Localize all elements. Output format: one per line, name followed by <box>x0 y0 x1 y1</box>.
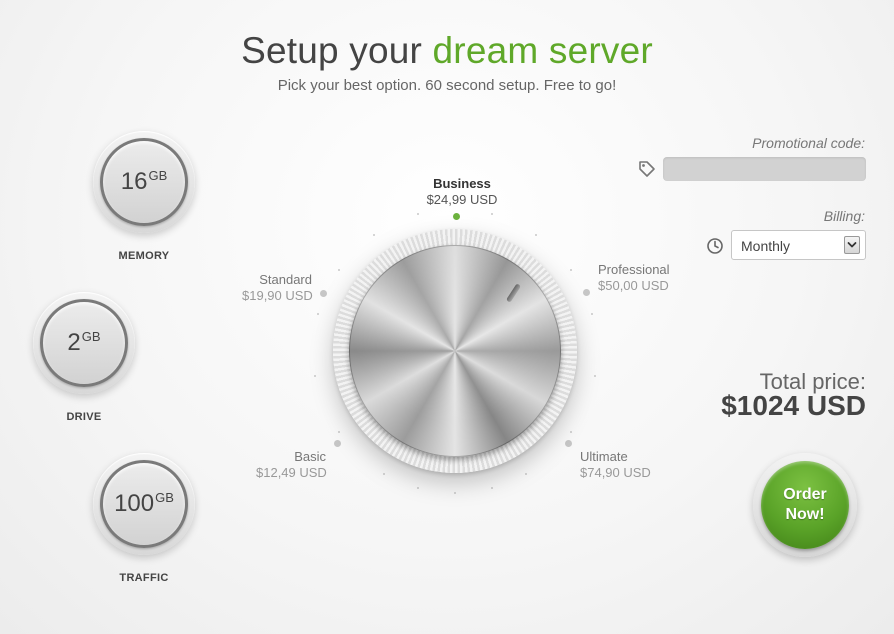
billing-select[interactable]: Monthly <box>731 230 866 260</box>
knob-tick <box>383 472 385 475</box>
plan-knob[interactable] <box>333 229 577 473</box>
plan-basic[interactable]: Basic $12,49 USD <box>256 449 327 481</box>
billing-label: Billing: <box>823 208 865 224</box>
plan-standard-price: $19,90 USD <box>242 288 313 303</box>
knob-tick <box>490 212 493 215</box>
knob-tick <box>316 313 319 316</box>
plan-professional-name: Professional <box>598 262 670 277</box>
plan-business[interactable]: Business $24,99 USD <box>418 176 506 208</box>
knob-tick <box>570 431 573 434</box>
plan-standard-name: Standard <box>259 272 312 287</box>
chevron-down-icon[interactable] <box>844 236 860 254</box>
plan-ultimate-price: $74,90 USD <box>580 465 651 480</box>
plan-basic-dot[interactable] <box>334 440 341 447</box>
knob-tick <box>314 374 317 377</box>
knob-tick <box>417 212 420 215</box>
knob-tick <box>570 268 573 271</box>
clock-icon <box>707 238 723 254</box>
knob-tick <box>490 487 493 490</box>
knob-tick <box>337 268 340 271</box>
plan-business-dot[interactable] <box>453 213 460 220</box>
plan-basic-price: $12,49 USD <box>256 465 327 480</box>
plan-ultimate[interactable]: Ultimate $74,90 USD <box>580 449 651 481</box>
knob-tick <box>525 472 527 475</box>
plan-professional-price: $50,00 USD <box>598 278 669 293</box>
order-label-line2: Now! <box>785 506 825 523</box>
plan-business-price: $24,99 USD <box>426 192 498 207</box>
order-label-line1: Order <box>783 486 827 503</box>
plan-basic-name: Basic <box>294 449 326 464</box>
order-button-ring: Order Now! <box>753 453 857 557</box>
tag-icon <box>639 161 655 177</box>
plan-ultimate-name: Ultimate <box>580 449 628 464</box>
plan-standard-dot[interactable] <box>320 290 327 297</box>
knob-tick <box>337 431 340 434</box>
knob-tick <box>417 487 420 490</box>
plan-professional-dot[interactable] <box>583 289 590 296</box>
promo-label: Promotional code: <box>752 135 865 151</box>
knob-tick <box>535 233 538 236</box>
promo-code-input[interactable] <box>663 157 866 181</box>
plan-selector: Business $24,99 USD Standard $19,90 USD … <box>0 0 894 634</box>
plan-ultimate-dot[interactable] <box>565 440 572 447</box>
knob-tick <box>593 374 596 377</box>
plan-professional[interactable]: Professional $50,00 USD <box>598 262 670 294</box>
order-now-button[interactable]: Order Now! <box>761 461 849 549</box>
billing-selected-value: Monthly <box>741 238 791 254</box>
plan-standard[interactable]: Standard $19,90 USD <box>242 272 313 304</box>
total-price-value: $1024 USD <box>721 390 866 421</box>
plan-business-name: Business <box>433 176 491 191</box>
plan-knob-face[interactable] <box>349 245 561 457</box>
knob-tick <box>591 313 594 316</box>
knob-indicator <box>505 283 522 303</box>
knob-tick <box>372 233 375 236</box>
knob-tick <box>454 492 456 494</box>
